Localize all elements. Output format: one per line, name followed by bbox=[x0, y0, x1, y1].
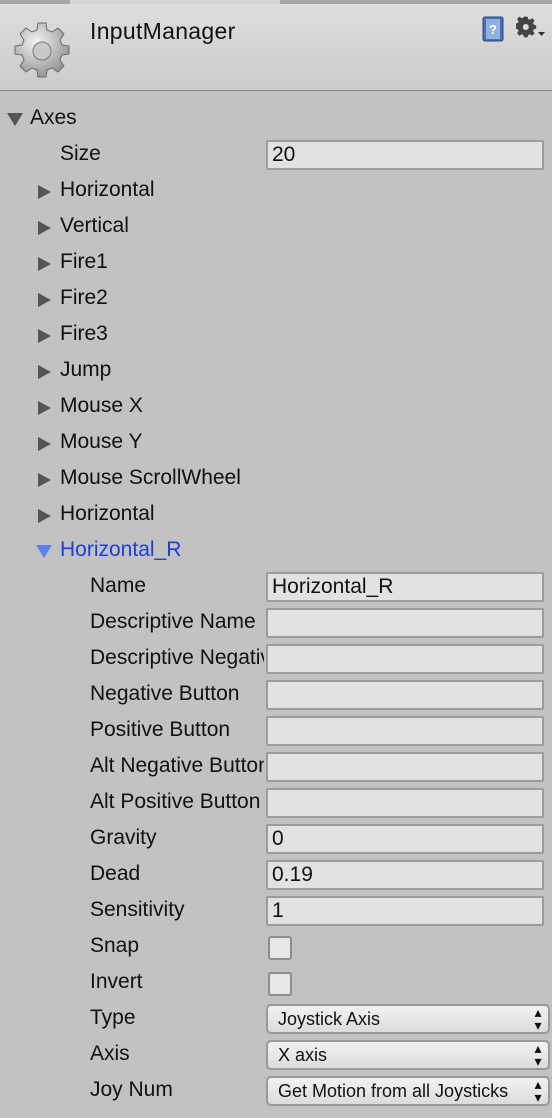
axis-item[interactable]: Horizontal bbox=[0, 497, 552, 533]
gravity-label: Gravity bbox=[90, 826, 157, 849]
axis-dropdown-value: X axis bbox=[278, 1045, 328, 1065]
updown-chevron-icon: ▴ ▾ bbox=[530, 1078, 542, 1104]
size-field[interactable]: 20 bbox=[266, 140, 544, 170]
negative-button-row: Negative Button bbox=[0, 677, 552, 713]
updown-chevron-icon: ▴ ▾ bbox=[530, 1042, 542, 1068]
sensitivity-field[interactable]: 1 bbox=[266, 896, 544, 926]
positive-button-field[interactable] bbox=[266, 716, 544, 746]
foldout-collapsed-arrow-icon[interactable] bbox=[38, 329, 51, 343]
axis-item-label: Fire1 bbox=[60, 250, 108, 273]
foldout-expanded-arrow-icon[interactable] bbox=[7, 113, 23, 126]
foldout-collapsed-arrow-icon[interactable] bbox=[38, 185, 51, 199]
descriptive-negative-name-field[interactable] bbox=[266, 644, 544, 674]
axis-item[interactable]: Fire1 bbox=[0, 245, 552, 281]
gear-icon bbox=[14, 22, 70, 78]
axis-item[interactable]: Mouse Y bbox=[0, 425, 552, 461]
joy-num-row: Joy Num Get Motion from all Joysticks ▴ ▾ bbox=[0, 1073, 552, 1109]
alt-negative-button-row: Alt Negative Button bbox=[0, 749, 552, 785]
invert-row: Invert bbox=[0, 965, 552, 1001]
name-label: Name bbox=[90, 574, 147, 597]
axis-item-label: Vertical bbox=[60, 214, 129, 237]
type-row: Type Joystick Axis ▴ ▾ bbox=[0, 1001, 552, 1037]
axis-item[interactable]: Fire3 bbox=[0, 317, 552, 353]
joy-num-label: Joy Num bbox=[90, 1078, 173, 1101]
inspector-header: InputManager ? bbox=[0, 4, 552, 91]
foldout-collapsed-arrow-icon[interactable] bbox=[38, 509, 51, 523]
foldout-collapsed-arrow-icon[interactable] bbox=[38, 473, 51, 487]
settings-icon[interactable] bbox=[516, 16, 546, 42]
invert-label: Invert bbox=[90, 970, 143, 993]
descriptive-negative-name-label: Descriptive Negative Name bbox=[90, 646, 264, 669]
axis-item[interactable]: Fire2 bbox=[0, 281, 552, 317]
size-label: Size bbox=[60, 142, 101, 165]
svg-text:?: ? bbox=[489, 22, 497, 37]
help-icon[interactable]: ? bbox=[480, 16, 506, 42]
descriptive-name-label: Descriptive Name bbox=[90, 610, 256, 633]
axis-item-label: Horizontal bbox=[60, 502, 155, 525]
sensitivity-label: Sensitivity bbox=[90, 898, 185, 921]
negative-button-field[interactable] bbox=[266, 680, 544, 710]
axis-item[interactable]: Mouse ScrollWheel bbox=[0, 461, 552, 497]
gravity-row: Gravity 0 bbox=[0, 821, 552, 857]
axis-item[interactable]: Horizontal bbox=[0, 173, 552, 209]
descriptive-negative-name-row: Descriptive Negative Name bbox=[0, 641, 552, 677]
axis-item-label: Mouse Y bbox=[60, 430, 143, 453]
axis-dropdown[interactable]: X axis ▴ ▾ bbox=[266, 1040, 550, 1070]
axis-item-label: Fire3 bbox=[60, 322, 108, 345]
type-dropdown-value: Joystick Axis bbox=[278, 1009, 381, 1029]
snap-label: Snap bbox=[90, 934, 140, 957]
updown-chevron-icon: ▴ ▾ bbox=[530, 1006, 542, 1032]
snap-checkbox[interactable] bbox=[268, 936, 292, 960]
dead-field[interactable]: 0.19 bbox=[266, 860, 544, 890]
axis-item[interactable]: Vertical bbox=[0, 209, 552, 245]
foldout-collapsed-arrow-icon[interactable] bbox=[38, 293, 51, 307]
axis-item-label: Mouse X bbox=[60, 394, 143, 417]
joy-num-dropdown[interactable]: Get Motion from all Joysticks ▴ ▾ bbox=[266, 1076, 550, 1106]
foldout-collapsed-arrow-icon[interactable] bbox=[38, 257, 51, 271]
foldout-expanded-arrow-icon[interactable] bbox=[36, 545, 52, 558]
axis-item-label: Horizontal bbox=[60, 178, 155, 201]
dead-label: Dead bbox=[90, 862, 141, 885]
foldout-collapsed-arrow-icon[interactable] bbox=[38, 401, 51, 415]
invert-checkbox[interactable] bbox=[268, 972, 292, 996]
type-label: Type bbox=[90, 1006, 136, 1029]
foldout-collapsed-arrow-icon[interactable] bbox=[38, 365, 51, 379]
axes-label: Axes bbox=[30, 106, 77, 129]
axis-item[interactable]: Mouse X bbox=[0, 389, 552, 425]
alt-negative-button-field[interactable] bbox=[266, 752, 544, 782]
descriptive-name-field[interactable] bbox=[266, 608, 544, 638]
joy-num-dropdown-value: Get Motion from all Joysticks bbox=[278, 1081, 509, 1101]
dead-row: Dead 0.19 bbox=[0, 857, 552, 893]
sensitivity-row: Sensitivity 1 bbox=[0, 893, 552, 929]
positive-button-row: Positive Button bbox=[0, 713, 552, 749]
axis-label: Axis bbox=[90, 1042, 130, 1065]
axis-item-label: Mouse ScrollWheel bbox=[60, 466, 241, 489]
gravity-field[interactable]: 0 bbox=[266, 824, 544, 854]
alt-negative-button-label: Alt Negative Button bbox=[90, 754, 264, 777]
foldout-collapsed-arrow-icon[interactable] bbox=[38, 437, 51, 451]
name-row: Name Horizontal_R bbox=[0, 569, 552, 605]
axes-size-row: Size 20 bbox=[0, 137, 552, 173]
axis-row: Axis X axis ▴ ▾ bbox=[0, 1037, 552, 1073]
axis-item-label: Fire2 bbox=[60, 286, 108, 309]
foldout-collapsed-arrow-icon[interactable] bbox=[38, 221, 51, 235]
positive-button-label: Positive Button bbox=[90, 718, 231, 741]
alt-positive-button-label: Alt Positive Button bbox=[90, 790, 261, 813]
axis-item[interactable]: Jump bbox=[0, 353, 552, 389]
alt-positive-button-field[interactable] bbox=[266, 788, 544, 818]
snap-row: Snap bbox=[0, 929, 552, 965]
axis-item-label: Horizontal_R bbox=[60, 538, 182, 561]
axes-foldout[interactable]: Axes bbox=[0, 101, 552, 137]
name-field[interactable]: Horizontal_R bbox=[266, 572, 544, 602]
descriptive-name-row: Descriptive Name bbox=[0, 605, 552, 641]
axis-item-label: Jump bbox=[60, 358, 112, 381]
axis-item-expanded[interactable]: Horizontal_R bbox=[0, 533, 552, 569]
component-title: InputManager bbox=[90, 18, 236, 44]
alt-positive-button-row: Alt Positive Button bbox=[0, 785, 552, 821]
type-dropdown[interactable]: Joystick Axis ▴ ▾ bbox=[266, 1004, 550, 1034]
negative-button-label: Negative Button bbox=[90, 682, 240, 705]
